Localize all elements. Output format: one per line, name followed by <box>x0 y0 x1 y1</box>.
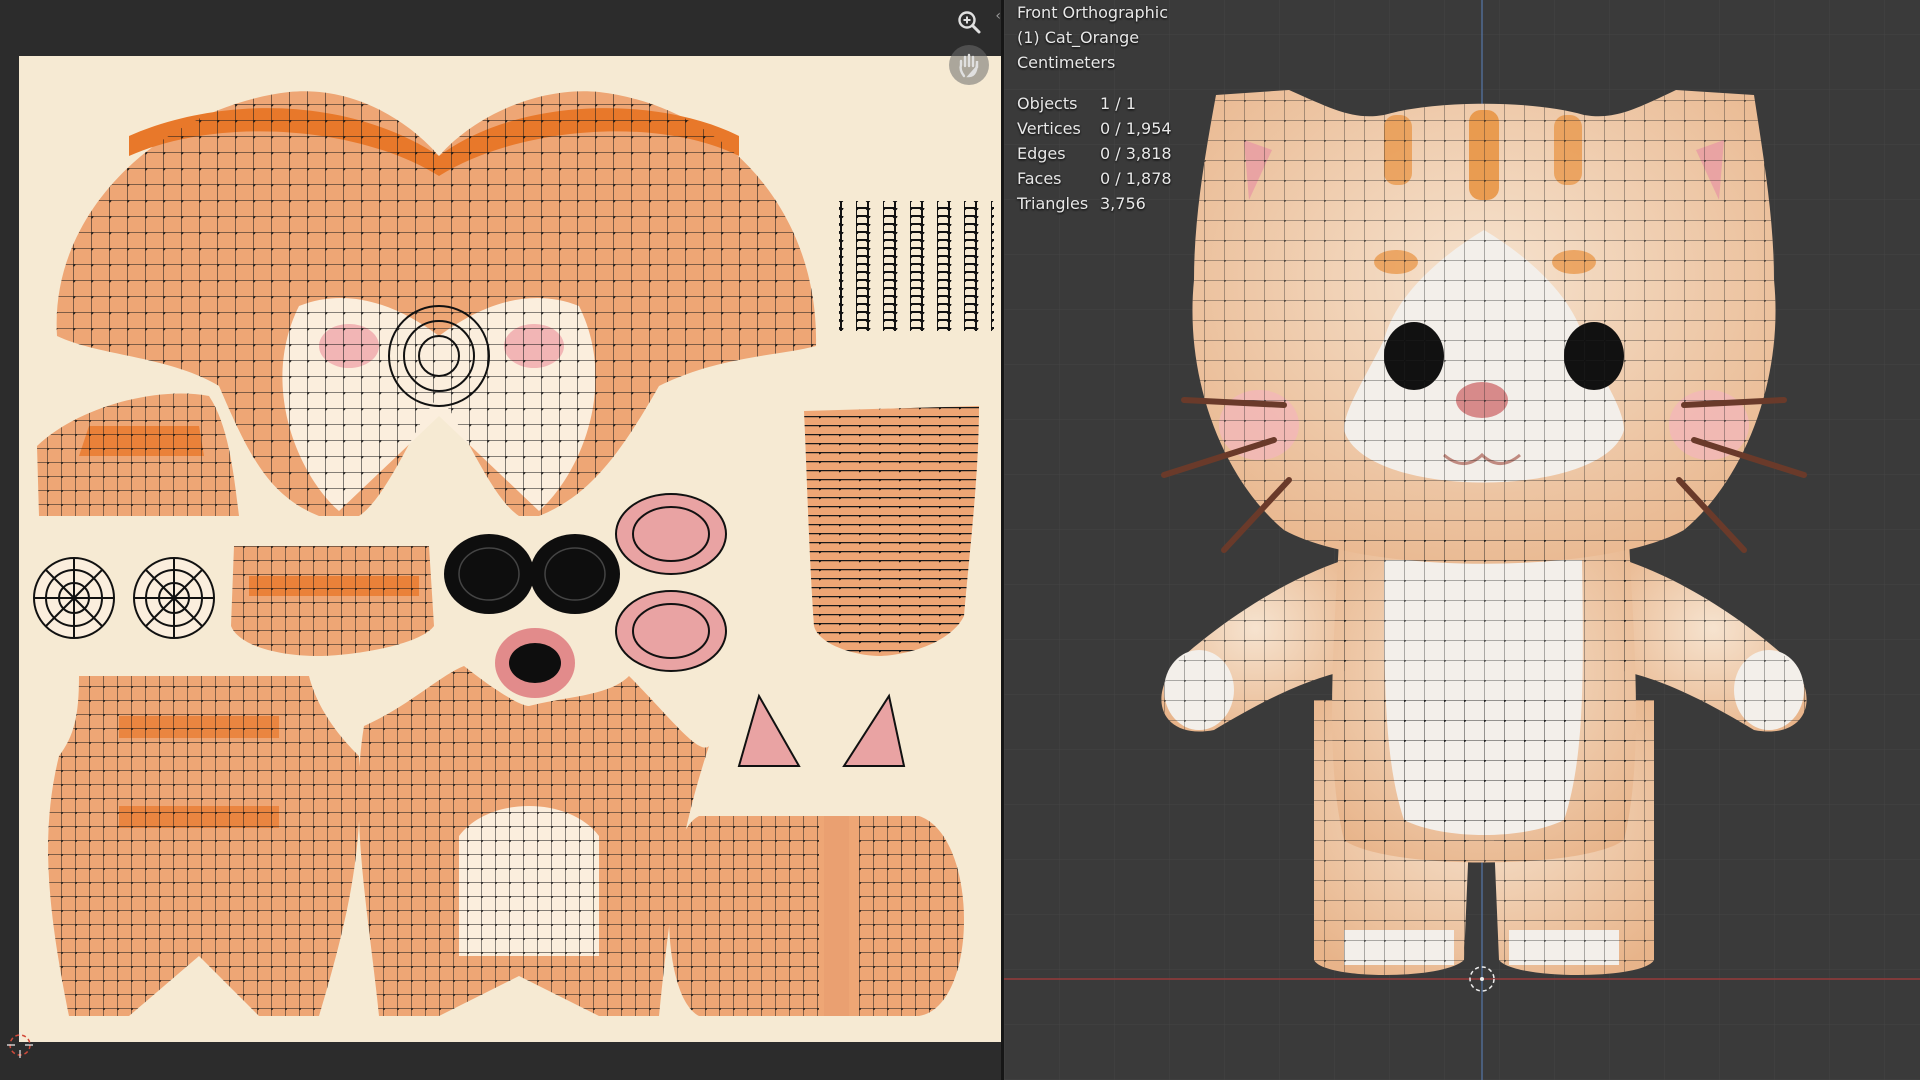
uv-texture-canvas[interactable] <box>19 56 1001 1042</box>
stat-edges: Edges 0 / 3,818 <box>1017 144 1172 163</box>
uv-island-paw-pads[interactable] <box>33 557 215 639</box>
uv-island-ears[interactable] <box>737 693 906 767</box>
uv-2d-cursor[interactable] <box>5 1030 35 1060</box>
region-toggle-button[interactable]: ‹› <box>990 6 1001 26</box>
stat-objects: Objects 1 / 1 <box>1017 94 1136 113</box>
statistics: Objects 1 / 1 Vertices 0 / 1,954 Edges 0… <box>1017 91 1172 216</box>
stat-faces: Faces 0 / 1,878 <box>1017 169 1172 188</box>
uv-editor[interactable]: ‹› <box>0 0 1001 1080</box>
pan-button[interactable] <box>949 45 989 85</box>
unit-system: Centimeters <box>1017 53 1116 72</box>
uv-island-belly[interactable] <box>358 666 709 1016</box>
uv-island-eyes[interactable] <box>444 534 620 614</box>
stat-triangles: Triangles 3,756 <box>1017 194 1146 213</box>
uv-island-whiskers[interactable] <box>839 201 994 331</box>
uv-island-tail[interactable] <box>231 546 434 656</box>
object-name: (1) Cat_Orange <box>1017 28 1140 47</box>
hand-pan-icon <box>959 53 979 78</box>
zoom-icon <box>958 11 981 34</box>
view-name: Front Orthographic <box>1017 3 1169 22</box>
uv-island-back[interactable] <box>48 676 360 1016</box>
uv-island-arm-left[interactable] <box>37 393 239 516</box>
zoom-button[interactable] <box>949 2 989 42</box>
uv-island-feet[interactable] <box>669 816 964 1016</box>
3d-viewport[interactable]: Front Orthographic (1) Cat_Orange Centim… <box>1004 0 1920 1080</box>
uv-island-leg[interactable] <box>804 406 979 656</box>
uv-island-nose[interactable] <box>495 628 575 698</box>
viewport-info-overlay: Front Orthographic (1) Cat_Orange Centim… <box>1017 0 1172 216</box>
stat-vertices: Vertices 0 / 1,954 <box>1017 119 1172 138</box>
uv-island-cheeks[interactable] <box>615 493 727 672</box>
